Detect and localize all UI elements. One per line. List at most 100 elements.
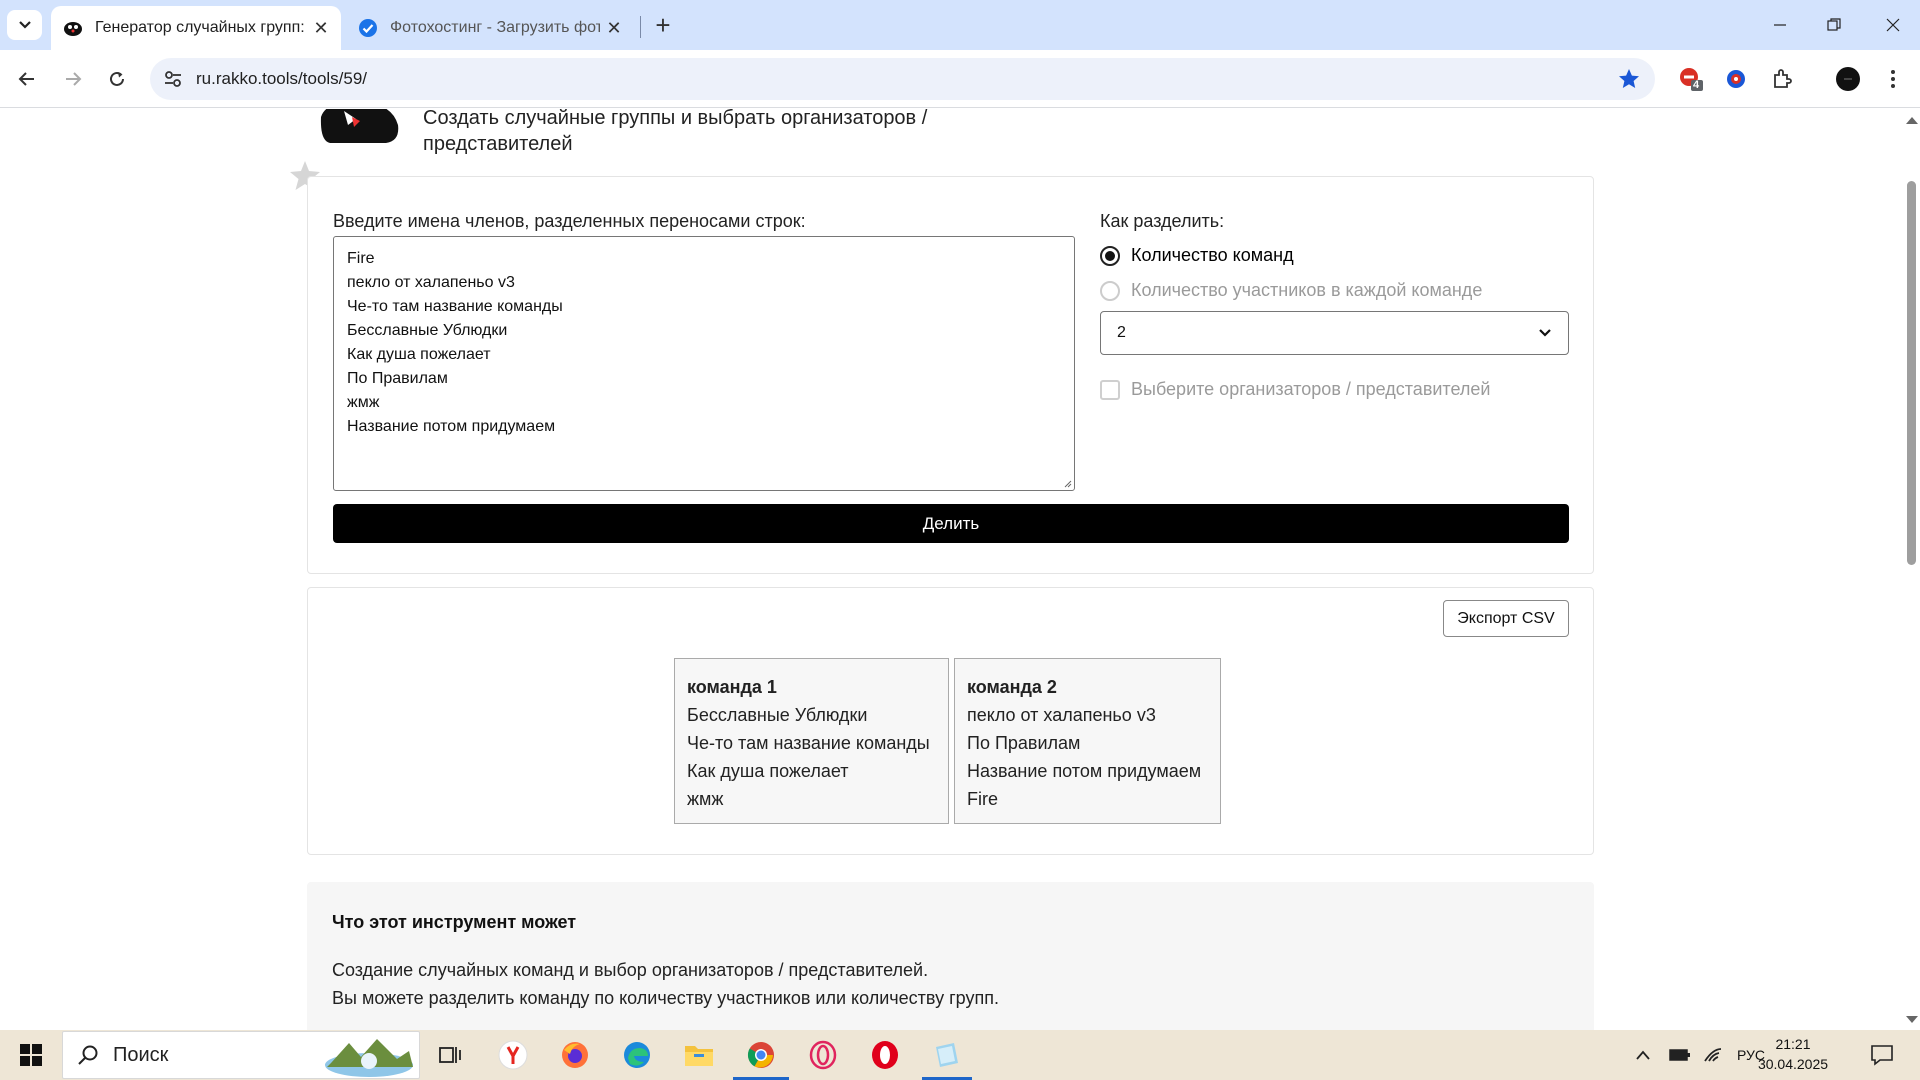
team-member: пекло от халапеньо v3 <box>967 705 1156 725</box>
divide-button[interactable]: Делить <box>333 504 1569 543</box>
page-subtitle: Создать случайные группы и выбрать орган… <box>423 109 1023 157</box>
names-textarea[interactable]: Fire пекло от халапеньо v3 Че-то там наз… <box>333 236 1075 491</box>
resize-handle-icon[interactable] <box>1062 478 1072 488</box>
tab-search-button[interactable] <box>7 10 42 40</box>
export-csv-button[interactable]: Экспорт CSV <box>1443 600 1569 637</box>
page-viewport: Создать случайные группы и выбрать орган… <box>0 109 1903 1030</box>
extensions-button[interactable] <box>1768 65 1796 93</box>
notepad-icon <box>936 1043 958 1067</box>
info-text: Создание случайных команд и выбор органи… <box>332 960 929 980</box>
tab-title: Генератор случайных групп: б <box>95 19 305 36</box>
clock-time: 21:21 <box>1775 1036 1811 1052</box>
tab-title: Фотохостинг - Загрузить фото <box>390 19 600 36</box>
extension-globe-button[interactable] <box>1722 65 1750 93</box>
yandex-browser-icon <box>498 1040 528 1070</box>
opera-button[interactable] <box>860 1030 910 1080</box>
name-line: Fire <box>347 250 375 267</box>
edge-button[interactable] <box>612 1030 662 1080</box>
taskbar-search[interactable]: Поиск <box>62 1031 420 1079</box>
checkbox-label: Выберите организаторов / представителей <box>1131 379 1491 399</box>
restore-button[interactable] <box>1807 0 1861 50</box>
team-name: команда 2 <box>967 677 1057 697</box>
wifi-icon[interactable] <box>1703 1047 1723 1063</box>
opera-icon <box>872 1041 898 1069</box>
windows-start-icon <box>20 1044 42 1066</box>
page-scrollbar[interactable] <box>1903 109 1920 1030</box>
system-tray: РУС <box>1635 1030 1765 1080</box>
team-member: жмж <box>687 789 724 809</box>
folder-icon <box>685 1046 713 1066</box>
close-window-button[interactable] <box>1866 0 1920 50</box>
profile-button[interactable] <box>1834 65 1862 93</box>
team-member: Fire <box>967 789 998 809</box>
firefox-button[interactable] <box>550 1030 600 1080</box>
select-value: 2 <box>1117 324 1126 341</box>
back-icon <box>18 72 34 86</box>
forward-button[interactable] <box>55 61 91 97</box>
rakko-favicon-icon <box>64 22 82 36</box>
task-view-button[interactable] <box>425 1030 475 1080</box>
chrome-button[interactable] <box>736 1030 786 1080</box>
browser-menu-button[interactable] <box>1879 65 1907 93</box>
plus-icon: + <box>655 9 671 40</box>
windows-taskbar: Поиск РУС 21:21 30.04.2025 <box>0 1030 1920 1080</box>
file-explorer-button[interactable] <box>674 1030 724 1080</box>
team-member: Бесславные Ублюдки <box>687 705 868 725</box>
address-bar[interactable]: ru.rakko.tools/tools/59/ <box>150 58 1655 100</box>
scroll-down-arrow-icon[interactable] <box>1906 1016 1918 1023</box>
count-select[interactable]: 2 <box>1100 311 1569 355</box>
profile-icon <box>1836 67 1860 91</box>
team-member: Че-то там название команды <box>687 733 930 753</box>
tab-photo-hosting[interactable]: Фотохостинг - Загрузить фото ✕ <box>344 6 634 50</box>
chevron-down-icon <box>1539 329 1551 337</box>
back-button[interactable] <box>9 61 45 97</box>
organizers-checkbox[interactable] <box>1100 379 1120 400</box>
search-icon <box>78 1045 98 1065</box>
task-view-icon <box>439 1047 461 1063</box>
close-tab-icon[interactable]: ✕ <box>311 18 331 38</box>
system-clock[interactable]: 21:21 30.04.2025 <box>1753 1034 1833 1074</box>
team-member: По Правилам <box>967 733 1081 753</box>
minimize-button[interactable] <box>1753 0 1807 50</box>
url-text: ru.rakko.tools/tools/59/ <box>196 69 368 88</box>
start-button[interactable] <box>6 1030 56 1080</box>
browser-toolbar: ru.rakko.tools/tools/59/ 4 <box>0 50 1920 108</box>
team-box-1: команда 1 Бесславные Ублюдки Че-то там н… <box>674 658 949 824</box>
radio-team-count[interactable]: Количество команд <box>1100 245 1294 266</box>
tab-separator <box>640 16 641 38</box>
reload-button[interactable] <box>99 61 135 97</box>
scrollbar-thumb[interactable] <box>1907 181 1916 565</box>
tab-strip: Генератор случайных групп: б ✕ Фотохости… <box>0 0 1920 50</box>
radio-button-checked[interactable] <box>1100 245 1120 266</box>
rakko-logo-icon <box>320 109 399 143</box>
search-highlight-icon <box>325 1039 413 1077</box>
extension-adblock-button[interactable]: 4 <box>1677 65 1705 93</box>
edge-icon <box>624 1042 650 1068</box>
site-settings-icon[interactable] <box>162 68 184 90</box>
bookmark-star-icon[interactable] <box>1617 67 1641 91</box>
group-form-card: Введите имена членов, разделенных перено… <box>307 176 1594 574</box>
opera-gx-button[interactable] <box>798 1030 848 1080</box>
name-line: Бесславные Ублюдки <box>347 322 508 339</box>
new-tab-button[interactable]: + <box>648 10 678 40</box>
split-label: Как разделить: <box>1100 211 1225 231</box>
battery-icon[interactable] <box>1669 1048 1691 1062</box>
notifications-button[interactable] <box>1857 1030 1907 1080</box>
forward-icon <box>66 72 82 86</box>
name-line: Че-то там название команды <box>347 298 563 315</box>
reload-icon <box>110 71 124 86</box>
close-icon <box>1886 18 1900 32</box>
chevron-up-icon[interactable] <box>1635 1049 1651 1061</box>
radio-button-unchecked[interactable] <box>1100 280 1120 301</box>
extensions-icon <box>1774 69 1792 88</box>
clock-date: 30.04.2025 <box>1757 1056 1829 1072</box>
close-tab-icon[interactable]: ✕ <box>604 18 624 38</box>
organizers-option[interactable]: Выберите организаторов / представителей <box>1100 379 1490 400</box>
tab-random-groups[interactable]: Генератор случайных групп: б ✕ <box>51 6 341 50</box>
scroll-up-arrow-icon[interactable] <box>1906 117 1918 124</box>
yandex-browser-button[interactable] <box>488 1030 538 1080</box>
name-line: Название потом придумаем <box>347 418 556 435</box>
notes-app-button[interactable] <box>922 1030 972 1080</box>
name-line: жмж <box>347 394 380 411</box>
radio-members-per-team[interactable]: Количество участников в каждой команде <box>1100 280 1482 301</box>
